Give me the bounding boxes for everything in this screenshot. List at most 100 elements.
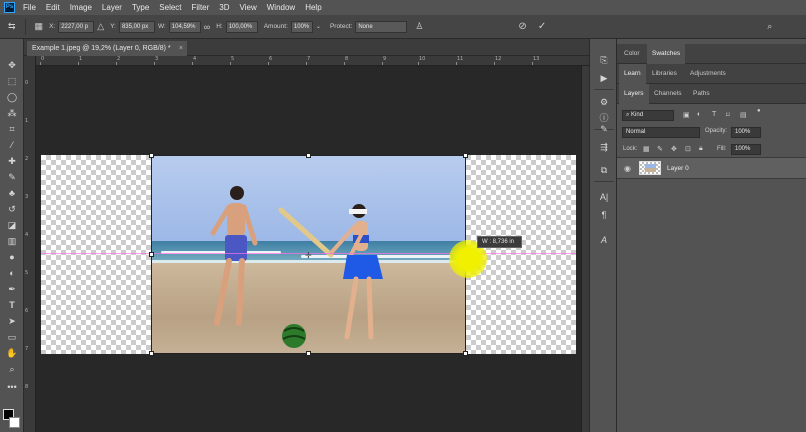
dodge-tool-icon[interactable]: ◐	[5, 267, 19, 279]
more-tools-icon[interactable]: •••	[5, 381, 19, 393]
ruler-label: 3	[25, 194, 29, 200]
lock-position-icon[interactable]: ✥	[671, 145, 677, 153]
marquee-tool-icon[interactable]: ⬚	[5, 75, 19, 87]
lock-artboard-icon[interactable]: ⊡	[685, 145, 691, 153]
tab-adjustments[interactable]: Adjustments	[685, 64, 731, 84]
menu-window[interactable]: Window	[267, 3, 295, 12]
y-input[interactable]: 835,00 px	[118, 20, 155, 33]
menu-image[interactable]: Image	[70, 3, 92, 12]
clone-stamp-tool-icon[interactable]: ♣	[5, 187, 19, 199]
eraser-tool-icon[interactable]: ◪	[5, 219, 19, 231]
protect-skin-icon[interactable]: ♙	[415, 21, 423, 32]
opacity-input[interactable]: 100%	[731, 127, 761, 138]
eye-icon[interactable]: ◉	[624, 164, 631, 173]
transform-handle[interactable]	[149, 351, 154, 356]
blur-tool-icon[interactable]: ●	[5, 251, 19, 263]
actions-play-icon[interactable]: ▶	[597, 72, 611, 84]
layers-panel-tabs: Layers Channels Paths	[617, 84, 806, 104]
menu-layer[interactable]: Layer	[102, 3, 122, 12]
glyphs-icon[interactable]: A	[597, 234, 611, 246]
horizontal-ruler[interactable]: 0 1 2 3 4 5 6 7 8 9 10 11 12 13	[36, 56, 589, 66]
clone-source-icon[interactable]: ⧉	[597, 164, 611, 176]
history-brush-tool-icon[interactable]: ↺	[5, 203, 19, 215]
reference-point-icon[interactable]: ✛	[305, 251, 312, 260]
document-tab[interactable]: Example 1.jpeg @ 19,2% (Layer 0, RGB/8) …	[27, 41, 187, 56]
lasso-tool-icon[interactable]: ◯	[5, 91, 19, 103]
menu-help[interactable]: Help	[305, 3, 321, 12]
crop-tool-icon[interactable]: ⌗	[5, 123, 19, 135]
hand-tool-icon[interactable]: ✋	[5, 347, 19, 359]
magic-wand-tool-icon[interactable]: ⁂	[5, 107, 19, 119]
lock-transparent-icon[interactable]: ▦	[643, 145, 650, 153]
fill-input[interactable]: 100%	[731, 144, 761, 155]
brushes-icon[interactable]: ⇶	[597, 141, 611, 153]
rectangle-tool-icon[interactable]: ▭	[5, 331, 19, 343]
transform-handle[interactable]	[306, 351, 311, 356]
transform-handle[interactable]	[149, 252, 154, 257]
tab-color[interactable]: Color	[619, 44, 645, 64]
paragraph-icon[interactable]: ¶	[597, 209, 611, 221]
history-icon[interactable]: ⎘	[597, 54, 611, 66]
transform-handle[interactable]	[306, 153, 311, 158]
path-selection-tool-icon[interactable]: ➤	[5, 315, 19, 327]
brush-settings-icon[interactable]: ✎	[597, 123, 611, 135]
protect-select[interactable]: None	[355, 20, 408, 33]
filter-pixel-icon[interactable]: ▣	[683, 111, 690, 119]
blend-mode-select[interactable]: Normal	[622, 127, 700, 138]
move-tool-icon[interactable]: ✥	[5, 59, 19, 71]
menu-edit[interactable]: Edit	[46, 3, 60, 12]
filter-type-icon[interactable]: T	[712, 111, 716, 118]
vertical-ruler[interactable]: 0 1 2 3 4 5 6 7 8	[24, 56, 36, 432]
tab-channels[interactable]: Channels	[649, 84, 686, 104]
transform-handle[interactable]	[463, 153, 468, 158]
healing-brush-tool-icon[interactable]: ✚	[5, 155, 19, 167]
menu-filter[interactable]: Filter	[192, 3, 210, 12]
lock-all-icon[interactable]: 🔒︎	[699, 145, 703, 153]
chevron-down-icon[interactable]: ⌄	[316, 23, 321, 30]
brush-tool-icon[interactable]: ✎	[5, 171, 19, 183]
layer-name: Layer 0	[667, 165, 689, 172]
link-icon[interactable]: ∞	[204, 22, 210, 32]
search-icon[interactable]: ⌕	[767, 21, 772, 32]
tab-layers[interactable]: Layers	[619, 84, 649, 104]
gradient-tool-icon[interactable]: ▥	[5, 235, 19, 247]
filter-adjustment-icon[interactable]: ◐	[697, 111, 701, 118]
layer-row[interactable]: ◉ Layer 0	[617, 157, 806, 179]
layer-kind-filter[interactable]: ⌕ Kind	[622, 110, 674, 121]
delta-icon[interactable]: △	[97, 21, 104, 32]
reference-point-icon[interactable]: ▦	[35, 21, 44, 32]
transform-handle[interactable]	[463, 351, 468, 356]
tab-paths[interactable]: Paths	[688, 84, 715, 104]
menu-type[interactable]: Type	[132, 3, 149, 12]
vertical-scrollbar[interactable]	[581, 66, 589, 432]
opacity-label: Opacity:	[705, 128, 728, 134]
lock-image-icon[interactable]: ✎	[657, 145, 663, 153]
cancel-transform-icon[interactable]: ⊘	[518, 21, 526, 32]
x-input[interactable]: 2227,00 p	[58, 20, 95, 33]
pen-tool-icon[interactable]: ✒	[5, 283, 19, 295]
h-input[interactable]: 100,00%	[225, 20, 258, 33]
type-tool-icon[interactable]: T	[5, 299, 19, 311]
tab-learn[interactable]: Learn	[619, 64, 646, 84]
fill-label: Fill:	[717, 146, 727, 152]
menu-view[interactable]: View	[240, 3, 257, 12]
menu-file[interactable]: File	[23, 3, 36, 12]
filter-shape-icon[interactable]: ⌑	[726, 111, 730, 119]
eyedropper-tool-icon[interactable]: ⁄	[5, 139, 19, 151]
character-icon[interactable]: A|	[597, 191, 611, 203]
transform-handle[interactable]	[149, 153, 154, 158]
tool-preset-icon[interactable]: ⇆	[8, 21, 16, 32]
zoom-tool-icon[interactable]: ⌕	[5, 363, 19, 375]
commit-transform-icon[interactable]: ✓	[538, 21, 546, 32]
tab-swatches[interactable]: Swatches	[647, 44, 686, 64]
filter-smart-object-icon[interactable]: ▤	[740, 111, 747, 119]
filter-toggle-icon[interactable]: ●	[757, 108, 761, 114]
w-input[interactable]: 104,59%	[168, 20, 201, 33]
properties-icon[interactable]: ⚙	[597, 96, 611, 108]
background-color-swatch[interactable]	[9, 417, 20, 428]
tab-libraries[interactable]: Libraries	[647, 64, 682, 84]
menu-select[interactable]: Select	[159, 3, 181, 12]
amount-input[interactable]: 100%	[290, 20, 313, 33]
close-icon[interactable]: ×	[179, 41, 183, 56]
menu-3d[interactable]: 3D	[219, 3, 229, 12]
